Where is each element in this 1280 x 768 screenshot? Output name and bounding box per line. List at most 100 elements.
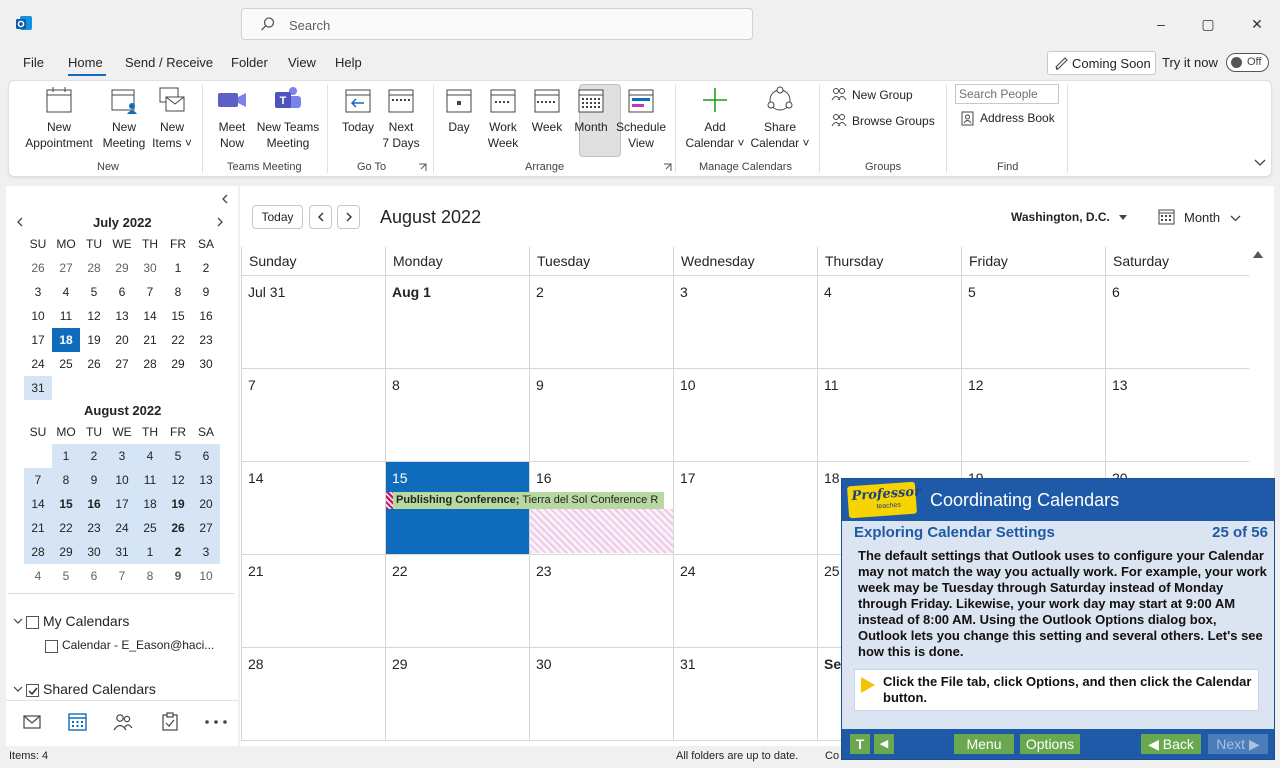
mini-day[interactable]: 28 bbox=[136, 352, 164, 376]
mini-day[interactable]: 14 bbox=[24, 492, 52, 516]
mini-day[interactable]: 1 bbox=[136, 540, 164, 564]
chevron-down-icon[interactable] bbox=[13, 618, 23, 625]
mini-day[interactable]: 11 bbox=[52, 304, 80, 328]
mini-day[interactable]: 10 bbox=[192, 564, 220, 588]
more-icon[interactable] bbox=[205, 720, 227, 724]
day-cell[interactable]: 28 bbox=[241, 648, 385, 741]
menu-view[interactable]: View bbox=[288, 55, 316, 70]
day-cell[interactable]: 6 bbox=[1105, 276, 1249, 369]
day-cell[interactable]: 29 bbox=[385, 648, 529, 741]
day-cell[interactable]: 13 bbox=[1105, 369, 1249, 462]
dialog-launcher-icon[interactable] bbox=[418, 163, 427, 172]
mini-day[interactable]: 29 bbox=[164, 352, 192, 376]
new-teams-meeting-button[interactable]: T New Teams Meeting bbox=[256, 85, 320, 151]
day-cell[interactable]: 9 bbox=[529, 369, 673, 462]
menu-folder[interactable]: Folder bbox=[231, 55, 268, 70]
mini-day[interactable]: 3 bbox=[192, 540, 220, 564]
day-view-button[interactable]: Day bbox=[443, 85, 475, 135]
mini-day[interactable]: 8 bbox=[164, 280, 192, 304]
mini-day[interactable]: 10 bbox=[24, 304, 52, 328]
mini-day[interactable]: 9 bbox=[164, 564, 192, 588]
mini-day[interactable]: 2 bbox=[80, 444, 108, 468]
day-cell[interactable]: 2 bbox=[529, 276, 673, 369]
mini-day[interactable]: 28 bbox=[24, 540, 52, 564]
shared-calendars-label[interactable]: Shared Calendars bbox=[43, 681, 156, 697]
mini-day[interactable]: 20 bbox=[108, 328, 136, 352]
day-cell[interactable]: 7 bbox=[241, 369, 385, 462]
mini-day[interactable]: 4 bbox=[24, 564, 52, 588]
menu-home[interactable]: Home bbox=[68, 55, 103, 70]
calendar-module-icon[interactable] bbox=[68, 712, 87, 731]
mini-day[interactable]: 31 bbox=[108, 540, 136, 564]
mini-day[interactable]: 14 bbox=[136, 304, 164, 328]
mini-day[interactable]: 2 bbox=[164, 540, 192, 564]
shared-calendars-checkbox[interactable] bbox=[26, 684, 39, 697]
day-cell[interactable]: 8 bbox=[385, 369, 529, 462]
day-cell[interactable]: 14 bbox=[241, 462, 385, 555]
address-book-button[interactable]: Address Book bbox=[961, 111, 1055, 126]
add-calendar-button[interactable]: Add Calendar ˅ bbox=[685, 85, 745, 151]
mini-day[interactable]: 6 bbox=[108, 280, 136, 304]
previous-month-button[interactable] bbox=[309, 205, 332, 229]
day-cell[interactable]: 12 bbox=[961, 369, 1105, 462]
week-view-button[interactable]: Week bbox=[529, 85, 565, 135]
mini-day[interactable]: 30 bbox=[80, 540, 108, 564]
share-calendar-button[interactable]: Share Calendar ˅ bbox=[749, 85, 811, 151]
mini-day[interactable]: 4 bbox=[52, 280, 80, 304]
mini-day[interactable]: 7 bbox=[24, 468, 52, 492]
mini-day[interactable]: 21 bbox=[136, 328, 164, 352]
next-month-icon[interactable] bbox=[216, 217, 224, 227]
view-selector[interactable]: Month bbox=[1184, 210, 1241, 225]
coming-soon-button[interactable]: Coming Soon bbox=[1047, 51, 1156, 75]
mini-day[interactable]: 6 bbox=[192, 444, 220, 468]
day-cell[interactable]: 17 bbox=[673, 462, 817, 555]
mini-day[interactable]: 29 bbox=[108, 256, 136, 280]
today-button[interactable]: Today bbox=[252, 205, 303, 229]
mini-day[interactable]: 9 bbox=[80, 468, 108, 492]
mini-day[interactable]: 13 bbox=[192, 468, 220, 492]
mini-day[interactable]: 25 bbox=[52, 352, 80, 376]
mini-day[interactable]: 18 bbox=[136, 492, 164, 516]
day-cell[interactable]: Jul 31 bbox=[241, 276, 385, 369]
mini-day[interactable]: 26 bbox=[80, 352, 108, 376]
mini-day[interactable]: 2 bbox=[192, 256, 220, 280]
mini-day[interactable]: 29 bbox=[52, 540, 80, 564]
weather-location[interactable]: Washington, D.C. bbox=[1011, 210, 1128, 224]
new-items-button[interactable]: New Items ˅ bbox=[150, 85, 194, 151]
people-icon[interactable] bbox=[113, 713, 133, 731]
next-month-button[interactable] bbox=[337, 205, 360, 229]
mini-day[interactable]: 23 bbox=[80, 516, 108, 540]
calendar-account-label[interactable]: Calendar - E_Eason@haci... bbox=[62, 638, 214, 652]
search-people-input[interactable]: Search People bbox=[955, 84, 1059, 104]
day-cell[interactable]: 21 bbox=[241, 555, 385, 648]
browse-groups-button[interactable]: Browse Groups bbox=[831, 114, 935, 128]
mini-day[interactable]: 26 bbox=[24, 256, 52, 280]
mini-day[interactable]: 30 bbox=[192, 352, 220, 376]
work-week-button[interactable]: Work Week bbox=[483, 85, 523, 151]
mini-day[interactable]: 27 bbox=[108, 352, 136, 376]
day-cell[interactable]: 4 bbox=[817, 276, 961, 369]
day-cell[interactable]: Aug 1 bbox=[385, 276, 529, 369]
mini-day[interactable]: 15 bbox=[164, 304, 192, 328]
mini-day[interactable]: 12 bbox=[80, 304, 108, 328]
mini-day[interactable]: 15 bbox=[52, 492, 80, 516]
day-cell[interactable]: 23 bbox=[529, 555, 673, 648]
mini-day[interactable]: 17 bbox=[24, 328, 52, 352]
mini-day[interactable]: 7 bbox=[108, 564, 136, 588]
tutorial-back-button[interactable]: ◀ Back bbox=[1141, 734, 1201, 754]
new-outlook-toggle[interactable]: Off bbox=[1226, 53, 1269, 72]
mini-day[interactable]: 19 bbox=[164, 492, 192, 516]
today-ribbon-button[interactable]: Today bbox=[339, 85, 377, 135]
calendar-checkbox[interactable] bbox=[45, 640, 58, 653]
menu-help[interactable]: Help bbox=[335, 55, 362, 70]
meet-now-button[interactable]: Meet Now bbox=[209, 85, 255, 151]
mini-day[interactable]: 30 bbox=[136, 256, 164, 280]
day-cell[interactable]: 24 bbox=[673, 555, 817, 648]
mini-day[interactable]: 16 bbox=[192, 304, 220, 328]
mini-day[interactable]: 6 bbox=[80, 564, 108, 588]
scroll-up-icon[interactable] bbox=[1253, 251, 1263, 258]
day-cell[interactable]: 11 bbox=[817, 369, 961, 462]
my-calendars-label[interactable]: My Calendars bbox=[43, 613, 129, 629]
day-cell[interactable]: 5 bbox=[961, 276, 1105, 369]
mini-day[interactable]: 17 bbox=[108, 492, 136, 516]
